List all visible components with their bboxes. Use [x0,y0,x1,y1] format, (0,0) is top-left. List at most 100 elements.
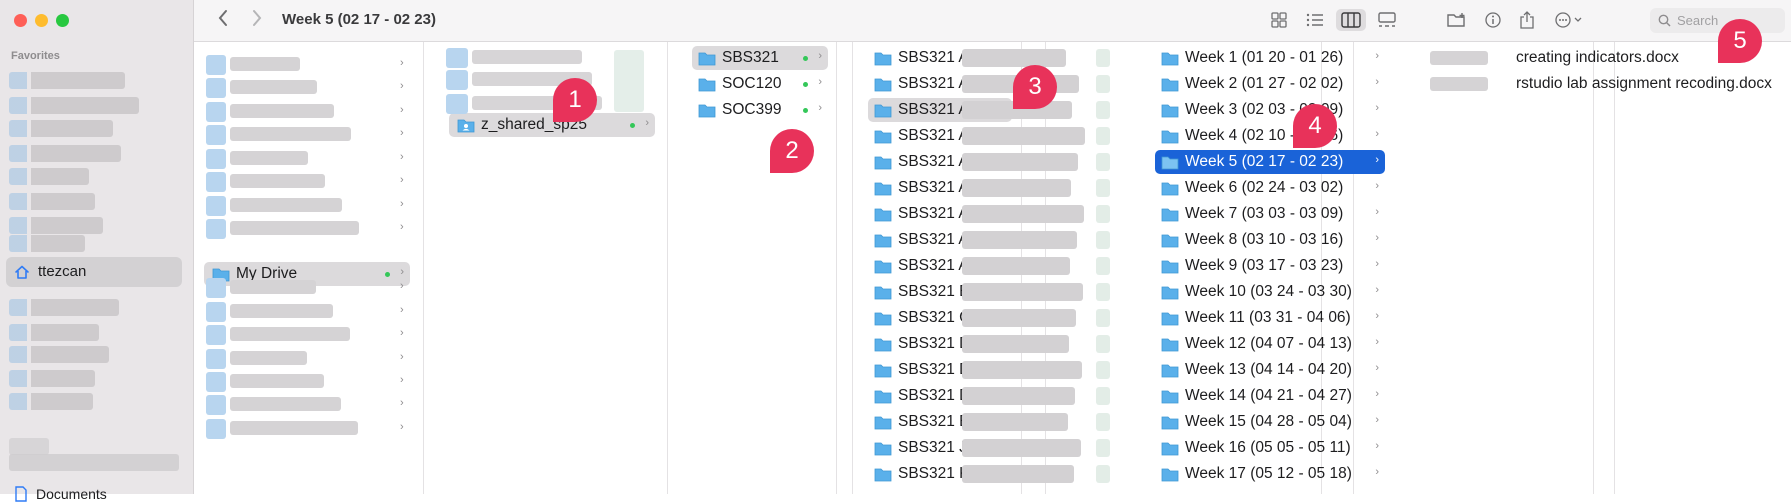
sidebar-item-blurred[interactable] [9,346,109,363]
column-view-button[interactable] [1336,9,1366,31]
folder-week-13[interactable]: Week 13 (04 14 - 04 20) › [1155,358,1385,382]
sidebar-item-blurred[interactable] [9,454,179,471]
share-button[interactable] [1512,9,1542,31]
folder-soc120[interactable]: SOC120 › [692,72,828,96]
folder-week-12[interactable]: Week 12 (04 07 - 04 13) › [1155,332,1385,356]
folder-week-9[interactable]: Week 9 (03 17 - 03 23) › [1155,254,1385,278]
sync-status-dot [803,108,808,113]
folder-week-16[interactable]: Week 16 (05 05 - 05 11) › [1155,436,1385,460]
redacted-region [206,55,226,75]
folder-week-5[interactable]: Week 5 (02 17 - 02 23) › [1155,150,1385,174]
window-controls [14,14,69,27]
finder-window: Favorites ttezcan Documents Week 5 (02 1… [0,0,1791,502]
folder-week-15[interactable]: Week 15 (04 28 - 05 04) › [1155,410,1385,434]
info-button[interactable] [1478,9,1508,31]
sidebar-item-blurred[interactable] [9,145,121,162]
sidebar-item-blurred[interactable] [9,193,95,210]
sidebar-item-documents[interactable]: Documents [14,486,107,502]
folder-week-2[interactable]: Week 2 (01 27 - 02 02) › [1155,72,1385,96]
redacted-region [230,221,359,235]
sidebar-item-blurred[interactable] [9,217,103,234]
badge-label: 3 [1028,73,1042,100]
folder-week-10[interactable]: Week 10 (03 24 - 03 30) › [1155,280,1385,304]
folder-week-17[interactable]: Week 17 (05 12 - 05 18) › [1155,462,1385,486]
list-view-button[interactable] [1300,9,1330,31]
folder-icon [1161,338,1179,351]
chevron-right-icon: › [1375,180,1379,192]
redacted-region [230,80,317,94]
chevron-right-icon: › [1375,258,1379,270]
chevron-right-icon: › [1375,50,1379,62]
folder-week-11[interactable]: Week 11 (03 31 - 04 06) › [1155,306,1385,330]
sidebar-item-blurred[interactable] [9,97,139,114]
sidebar-item-blurred[interactable] [9,168,89,185]
redacted-region [962,309,1076,327]
chevron-right-icon: › [400,421,404,433]
folder-week-4[interactable]: Week 4 (02 10 - 02 16) › [1155,124,1385,148]
folder-label: SOC120 [722,75,782,92]
column-divider[interactable] [667,42,668,494]
folder-week-3[interactable]: Week 3 (02 03 - 02 09) › [1155,98,1385,122]
redacted-region [1096,231,1110,249]
redacted-region [1096,257,1110,275]
new-folder-button[interactable] [1442,9,1472,31]
folder-label: SBS321 E [898,413,970,430]
redacted-region [1096,309,1110,327]
folder-icon [1161,364,1179,377]
sidebar-documents-label: Documents [36,486,107,502]
column-divider[interactable] [852,42,853,494]
redacted-region [206,125,226,145]
folder-z-shared-sp25[interactable]: z_shared_sp25 › [449,113,655,137]
search-field[interactable] [1650,8,1785,33]
folder-label: Week 15 (04 28 - 05 04) [1185,413,1352,430]
forward-button[interactable] [246,9,268,31]
column-divider[interactable] [1614,42,1615,494]
chevron-right-icon: › [818,102,822,114]
chevron-right-icon: › [1375,206,1379,218]
sidebar-item-blurred[interactable] [9,299,119,316]
sidebar-item-blurred[interactable] [9,393,93,410]
search-icon [1658,14,1671,27]
folder-week-1[interactable]: Week 1 (01 20 - 01 26) › [1155,46,1385,70]
folder-label: SBS321 [722,49,779,66]
folder-icon [1161,78,1179,91]
folder-label: Week 8 (03 10 - 03 16) [1185,231,1344,248]
icon-view-button[interactable] [1264,9,1294,31]
file-item[interactable]: rstudio lab assignment recoding.docx [1516,72,1786,96]
redacted-region [962,335,1069,353]
folder-soc399[interactable]: SOC399 › [692,98,828,122]
redacted-region [962,413,1068,431]
sidebar-item-blurred[interactable] [9,72,125,89]
chevron-right-icon: › [1375,102,1379,114]
close-button[interactable] [14,14,27,27]
folder-label: Week 9 (03 17 - 03 23) [1185,257,1344,274]
annotation-badge-5: 5 [1718,19,1762,63]
folder-sbs321[interactable]: SBS321 › [692,46,828,70]
gallery-view-button[interactable] [1372,9,1402,31]
sidebar-item-blurred[interactable] [9,370,95,387]
sidebar-item-blurred[interactable] [9,235,85,252]
chevron-right-icon [253,10,262,26]
redacted-region [962,49,1066,67]
folder-week-8[interactable]: Week 8 (03 10 - 03 16) › [1155,228,1385,252]
sidebar-item-home[interactable]: ttezcan [14,263,86,280]
column-divider[interactable] [423,42,424,494]
annotation-badge-1: 1 [553,78,597,122]
redacted-region [1096,49,1110,67]
column-divider[interactable] [836,42,837,494]
folder-week-7[interactable]: Week 7 (03 03 - 03 09) › [1155,202,1385,226]
chevron-right-icon: › [1375,76,1379,88]
folder-icon [874,286,892,299]
folder-week-14[interactable]: Week 14 (04 21 - 04 27) › [1155,384,1385,408]
more-actions-button[interactable] [1550,9,1590,31]
folder-icon [874,182,892,195]
chevron-right-icon: › [1375,466,1379,478]
redacted-region [230,104,334,118]
minimize-button[interactable] [35,14,48,27]
back-button[interactable] [212,9,234,31]
folder-week-6[interactable]: Week 6 (02 24 - 03 02) › [1155,176,1385,200]
column-divider[interactable] [1593,42,1594,494]
sidebar-item-blurred[interactable] [9,120,113,137]
zoom-button[interactable] [56,14,69,27]
sidebar-item-blurred[interactable] [9,324,99,341]
